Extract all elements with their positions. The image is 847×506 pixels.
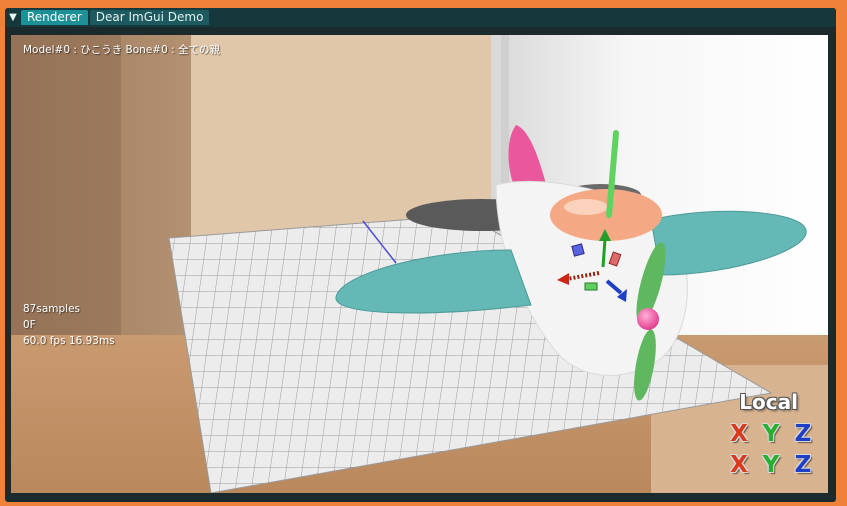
axis-x-move-toggle[interactable]: X — [726, 452, 752, 478]
scene-render — [11, 35, 828, 493]
render-viewport[interactable]: Model#0 : ひこうき Bone#0 : 全ての親 87samples 0… — [11, 35, 828, 493]
triangle-down-icon[interactable]: ▼ — [5, 8, 21, 27]
tab-bar: ▼ Renderer Dear ImGui Demo — [5, 8, 836, 27]
render-stats: 87samples 0F 60.0 fps 16.93ms — [23, 301, 115, 349]
translation-axis-toggles: X Y Z — [726, 452, 816, 478]
rotation-axis-toggles: X Y Z — [726, 421, 816, 447]
axis-y-toggle[interactable]: Y — [758, 421, 784, 447]
samples-count: 87samples — [23, 303, 81, 315]
axis-z-toggle[interactable]: Z — [790, 421, 816, 447]
model-info-label: Model#0 : ひこうき Bone#0 : 全ての親 — [23, 44, 220, 56]
tab-renderer[interactable]: Renderer — [21, 10, 88, 25]
axis-z-move-toggle[interactable]: Z — [790, 452, 816, 478]
tab-dear-imgui-demo[interactable]: Dear ImGui Demo — [89, 10, 210, 25]
frame-number: 0F — [23, 319, 36, 331]
gizmo-mode-local[interactable]: Local — [739, 390, 798, 414]
axis-x-toggle[interactable]: X — [726, 421, 752, 447]
renderer-window: ▼ Renderer Dear ImGui Demo Model#0: ひこう… — [5, 8, 836, 502]
fps-readout: 60.0 fps 16.93ms — [23, 335, 115, 347]
axis-y-move-toggle[interactable]: Y — [758, 452, 784, 478]
